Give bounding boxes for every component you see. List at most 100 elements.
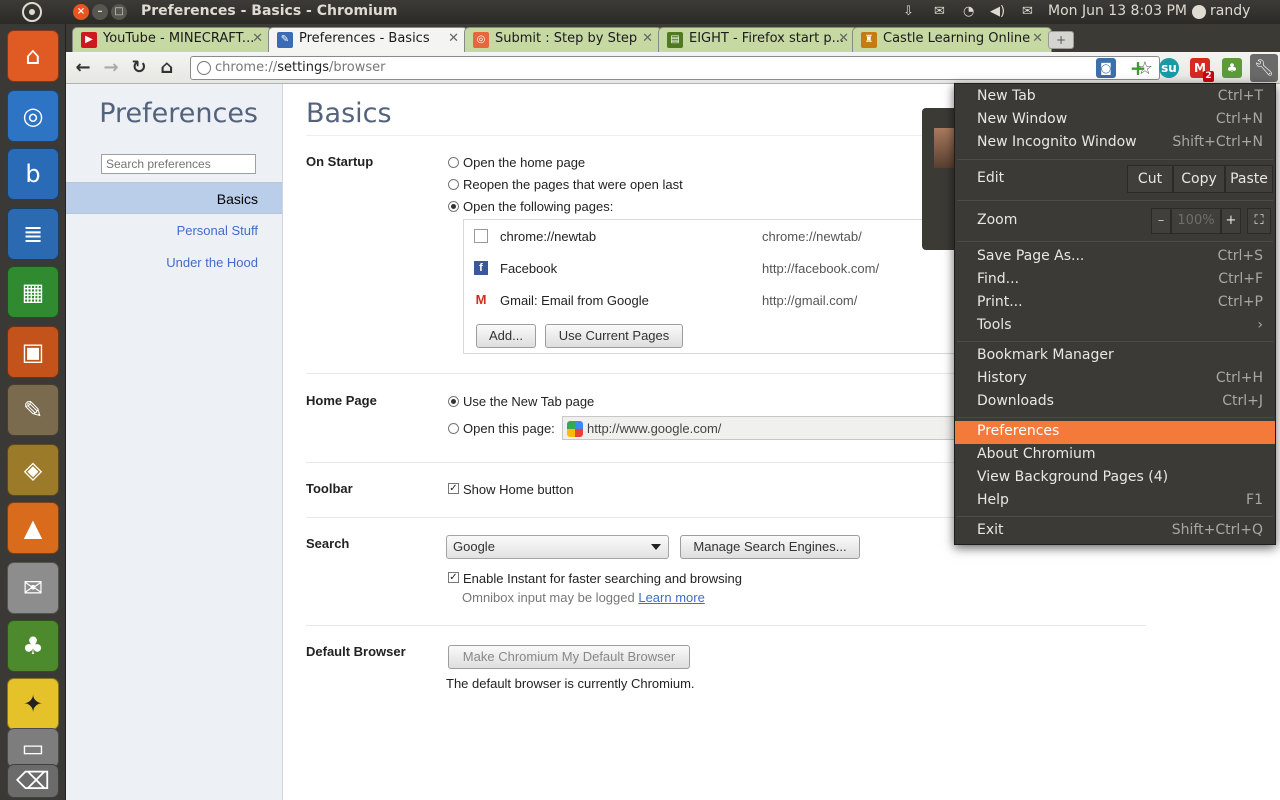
sidebar-item-basics[interactable]: Basics [66, 182, 282, 214]
menu-item-bookmark-manager[interactable]: Bookmark Manager [955, 345, 1275, 368]
forward-button[interactable]: → [100, 58, 122, 78]
show-home-label[interactable]: Show Home button [463, 482, 574, 497]
menu-item-background-pages[interactable]: View Background Pages (4) [955, 467, 1275, 490]
instant-checkbox[interactable]: ✓ [448, 572, 459, 583]
wrench-menu-button[interactable]: 🔧︎ [1250, 54, 1278, 82]
mail-client-icon[interactable]: ✉ [7, 562, 59, 614]
home-newtab-label[interactable]: Use the New Tab page [463, 394, 594, 409]
url-text[interactable]: chrome://settings/browser [215, 60, 385, 75]
zoom-in-button[interactable]: + [1221, 208, 1241, 234]
camera-extension-icon[interactable]: ◙ [1096, 58, 1116, 78]
menu-separator [957, 241, 1273, 242]
search-engine-select[interactable]: Google [446, 535, 669, 559]
fullscreen-icon[interactable]: ⛶ [1247, 208, 1271, 234]
evernote-clipper-icon[interactable]: ♣ [1222, 58, 1242, 78]
user-name[interactable]: randy [1210, 3, 1250, 19]
startup-reopen-label[interactable]: Reopen the pages that were open last [463, 177, 683, 192]
copy-button[interactable]: Copy [1173, 165, 1225, 193]
tab-youtube[interactable]: ▶ YouTube - MINECRAFT... ✕ [72, 27, 272, 52]
clock[interactable]: Mon Jun 13 8:03 PM [1048, 3, 1187, 19]
mail-icon[interactable]: ✉ [934, 4, 945, 19]
menu-item-new-incognito[interactable]: New Incognito Window Shift+Ctrl+N [955, 132, 1275, 155]
reload-button[interactable]: ↻ [128, 58, 150, 78]
gimp-icon[interactable]: ✎ [7, 384, 59, 436]
cut-button[interactable]: Cut [1127, 165, 1173, 193]
window-maximize-button[interactable]: □ [111, 4, 127, 20]
sidebar-item-under-the-hood[interactable]: Under the Hood [166, 255, 258, 270]
startup-pages-label[interactable]: Open the following pages: [463, 199, 613, 214]
b-app-icon[interactable]: b [7, 148, 59, 200]
close-icon[interactable]: ✕ [252, 31, 263, 46]
close-icon[interactable]: ✕ [642, 31, 653, 46]
wifi-icon[interactable]: ◔ [963, 4, 974, 19]
manage-search-engines-button[interactable]: Manage Search Engines... [680, 535, 860, 559]
add-extension-icon[interactable]: + [1128, 58, 1148, 78]
menu-item-new-tab[interactable]: New Tab Ctrl+T [955, 86, 1275, 109]
menu-item-history[interactable]: History Ctrl+H [955, 368, 1275, 391]
menu-item-save-page[interactable]: Save Page As... Ctrl+S [955, 246, 1275, 269]
instant-label[interactable]: Enable Instant for faster searching and … [463, 571, 742, 586]
writer-icon[interactable]: ≣ [7, 208, 59, 260]
home-page-url-field[interactable]: http://www.google.com/ [562, 416, 992, 440]
stumbleupon-icon[interactable]: su [1159, 58, 1179, 78]
startup-pages-radio[interactable] [448, 201, 459, 212]
startup-home-radio[interactable] [448, 157, 459, 168]
menu-item-preferences[interactable]: Preferences [955, 421, 1275, 444]
menu-item-about[interactable]: About Chromium [955, 444, 1275, 467]
volume-icon[interactable]: ◀) [990, 4, 1005, 19]
search-preferences-input[interactable] [101, 154, 256, 174]
home-folder-icon[interactable]: ⌂ [7, 30, 59, 82]
startup-reopen-radio[interactable] [448, 179, 459, 190]
chromium-icon[interactable]: ◎ [7, 90, 59, 142]
close-icon[interactable]: ✕ [838, 31, 849, 46]
software-center-icon[interactable]: ◈ [7, 444, 59, 496]
calc-icon[interactable]: ▦ [7, 266, 59, 318]
tab-preferences[interactable]: ✎ Preferences - Basics ✕ [268, 27, 468, 52]
learn-more-link[interactable]: Learn more [638, 590, 704, 605]
tweet-app-icon[interactable]: ✦ [7, 678, 59, 730]
tab-castle-learning[interactable]: ♜ Castle Learning Online ✕ [852, 27, 1052, 52]
back-button[interactable]: ← [72, 58, 94, 78]
zoom-out-button[interactable]: – [1151, 208, 1171, 234]
tab-eight[interactable]: ▤ EIGHT - Firefox start p... ✕ [658, 27, 858, 52]
sidebar-item-personal-stuff[interactable]: Personal Stuff [177, 223, 258, 238]
menu-item-exit[interactable]: Exit Shift+Ctrl+Q [955, 520, 1275, 543]
add-page-button[interactable]: Add... [476, 324, 536, 348]
drive-icon[interactable]: ▭ [7, 728, 59, 768]
window-minimize-button[interactable]: – [92, 4, 108, 20]
tab-submit[interactable]: ◎ Submit : Step by Step ✕ [464, 27, 662, 52]
use-current-pages-button[interactable]: Use Current Pages [545, 324, 683, 348]
user-status-icon[interactable] [1192, 5, 1206, 19]
startup-home-label[interactable]: Open the home page [463, 155, 585, 170]
gmail-checker-icon[interactable]: M2 [1190, 58, 1214, 82]
impress-icon[interactable]: ▣ [7, 326, 59, 378]
list-item[interactable]: M Gmail: Email from Google http://gmail.… [464, 284, 974, 316]
list-item[interactable]: f Facebook http://facebook.com/ [464, 252, 974, 284]
evernote-icon[interactable]: ♣ [7, 620, 59, 672]
close-icon[interactable]: ✕ [448, 31, 459, 46]
make-default-browser-button[interactable]: Make Chromium My Default Browser [448, 645, 690, 669]
menu-item-new-window[interactable]: New Window Ctrl+N [955, 109, 1275, 132]
show-home-checkbox[interactable]: ✓ [448, 483, 459, 494]
menu-item-tools[interactable]: Tools › [955, 315, 1275, 338]
menu-item-downloads[interactable]: Downloads Ctrl+J [955, 391, 1275, 414]
window-close-button[interactable]: × [73, 4, 89, 20]
new-tab-button[interactable]: + [1048, 31, 1074, 49]
messaging-icon[interactable]: ✉ [1022, 4, 1033, 19]
ubuntu-logo-icon[interactable] [22, 2, 42, 22]
vlc-icon[interactable]: ▲ [7, 502, 59, 554]
home-open-page-label[interactable]: Open this page: [463, 421, 555, 436]
list-item[interactable]: chrome://newtab chrome://newtab/ [464, 220, 974, 252]
home-open-page-radio[interactable] [448, 423, 459, 434]
omnibox[interactable]: chrome://settings/browser ☆ [190, 56, 1160, 80]
trash-icon[interactable]: ⌫ [7, 764, 59, 798]
page-info-icon[interactable] [197, 61, 211, 75]
close-icon[interactable]: ✕ [1032, 31, 1043, 46]
download-indicator-icon[interactable]: ⇩ [903, 4, 914, 19]
home-newtab-radio[interactable] [448, 396, 459, 407]
paste-button[interactable]: Paste [1225, 165, 1273, 193]
menu-item-help[interactable]: Help F1 [955, 490, 1275, 513]
menu-item-print[interactable]: Print... Ctrl+P [955, 292, 1275, 315]
menu-item-find[interactable]: Find... Ctrl+F [955, 269, 1275, 292]
home-button[interactable]: ⌂ [156, 58, 178, 78]
